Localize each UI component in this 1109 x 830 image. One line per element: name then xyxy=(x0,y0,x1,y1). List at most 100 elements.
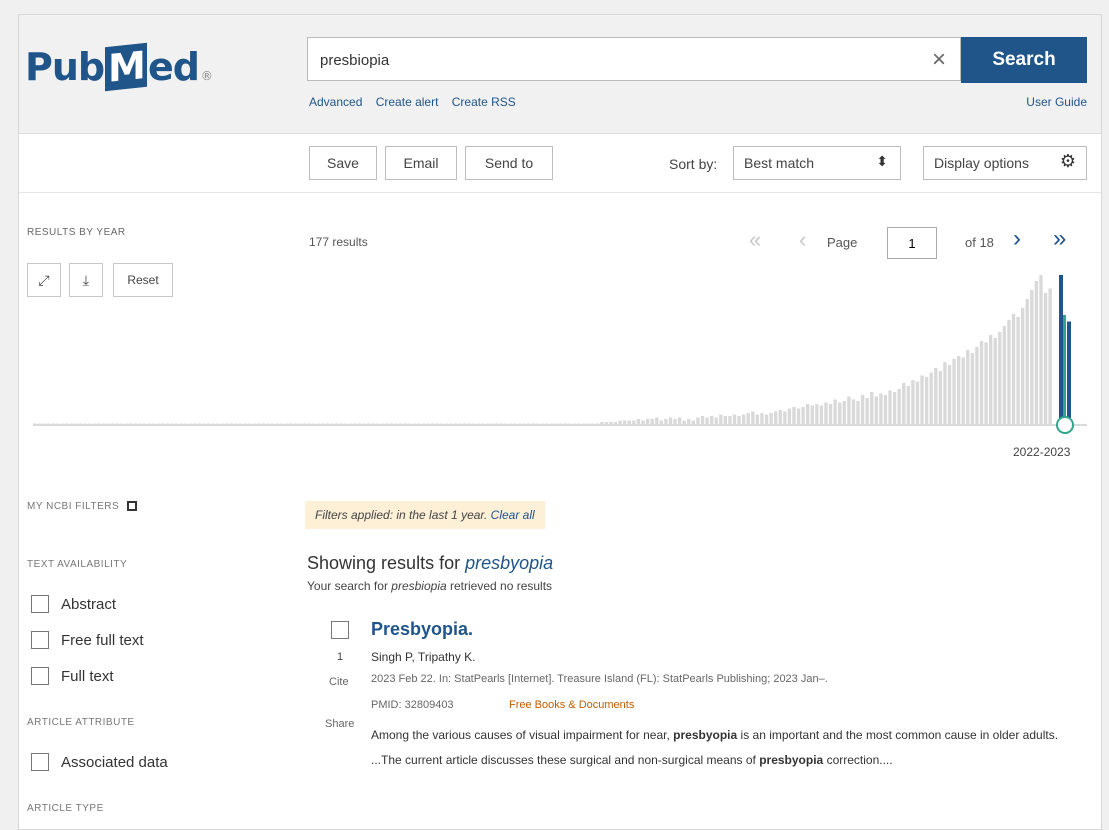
year-bar xyxy=(366,423,371,425)
year-bar xyxy=(819,405,824,425)
logo-registered-mark: ® xyxy=(200,69,213,83)
save-button[interactable]: Save xyxy=(309,146,377,180)
pubmed-window: PubMed® × Search Advanced Create alert C… xyxy=(18,14,1102,830)
year-bar xyxy=(220,423,224,425)
year-bar xyxy=(161,423,165,425)
year-bar xyxy=(536,423,540,425)
year-bar xyxy=(33,423,37,425)
text-availability-heading: TEXT AVAILABILITY xyxy=(27,559,128,570)
filter-associated-data[interactable]: Associated data xyxy=(31,753,168,771)
clear-icon[interactable]: × xyxy=(932,46,946,74)
pubmed-logo[interactable]: Pub Med ® xyxy=(25,42,213,92)
filter-free-full-text[interactable]: Free full text xyxy=(31,631,144,649)
year-bar xyxy=(554,423,558,425)
year-bar xyxy=(92,423,96,425)
filter-abstract[interactable]: Abstract xyxy=(31,595,116,613)
year-bar xyxy=(334,423,339,425)
create-alert-link[interactable]: Create alert xyxy=(376,95,439,109)
sort-select[interactable]: Best match ⬍ xyxy=(733,146,901,180)
year-bar xyxy=(142,423,147,425)
send-to-button[interactable]: Send to xyxy=(465,146,553,180)
year-bar xyxy=(156,423,160,425)
year-bar xyxy=(385,423,389,425)
first-page-icon[interactable]: « xyxy=(749,227,761,253)
showing-prefix: Showing results for xyxy=(307,553,461,573)
cite-button[interactable]: Cite xyxy=(329,676,349,688)
corrected-term-link[interactable]: presbyopia xyxy=(465,553,553,573)
display-options-button[interactable]: Display options ⚙ xyxy=(923,146,1087,180)
results-by-year-chart xyxy=(33,275,1087,434)
display-options-label: Display options xyxy=(934,155,1029,171)
year-bar xyxy=(490,423,494,425)
year-bar xyxy=(215,423,220,425)
year-bar xyxy=(408,423,412,425)
year-bar xyxy=(65,423,69,425)
year-bar xyxy=(737,416,741,425)
year-bar xyxy=(902,383,906,425)
original-term-link[interactable]: presbiopia xyxy=(391,579,446,593)
my-ncbi-filters-heading[interactable]: MY NCBI FILTERS xyxy=(27,501,138,512)
year-bar xyxy=(1011,314,1016,425)
year-bar xyxy=(467,423,471,425)
year-bar xyxy=(856,401,860,425)
year-bar xyxy=(110,423,115,425)
abstract-checkbox[interactable] xyxy=(31,595,49,613)
year-bar xyxy=(906,386,910,425)
year-bar xyxy=(677,417,682,425)
free-books-documents-badge[interactable]: Free Books & Documents xyxy=(509,699,634,711)
filters-applied-note: Filters applied: in the last 1 year. Cle… xyxy=(305,501,545,529)
year-bar xyxy=(847,396,851,425)
create-rss-link[interactable]: Create RSS xyxy=(452,95,516,109)
logo-text-pub: Pub xyxy=(25,45,105,89)
abstract-label: Abstract xyxy=(61,595,117,613)
year-bar xyxy=(714,417,718,425)
year-bar xyxy=(879,393,883,425)
year-bar xyxy=(687,419,691,425)
year-bar xyxy=(124,423,128,425)
year-bar xyxy=(956,356,961,425)
full-text-checkbox[interactable] xyxy=(31,667,49,685)
next-page-icon[interactable]: › xyxy=(1013,225,1021,253)
year-bar xyxy=(650,419,654,425)
free-full-text-checkbox[interactable] xyxy=(31,631,49,649)
year-bar xyxy=(183,423,188,425)
email-button[interactable]: Email xyxy=(385,146,457,180)
snippet-highlight-1: presbyopia xyxy=(673,728,738,742)
full-text-label: Full text xyxy=(61,667,114,685)
result-title-link[interactable]: Presbyopia. xyxy=(371,619,473,640)
page-label: Page xyxy=(827,235,858,250)
last-page-icon[interactable]: » xyxy=(1053,225,1066,253)
year-bar xyxy=(357,423,362,425)
year-bar xyxy=(449,423,453,425)
search-button[interactable]: Search xyxy=(961,37,1087,83)
year-bar xyxy=(842,401,846,425)
advanced-link[interactable]: Advanced xyxy=(309,95,362,109)
year-bar xyxy=(280,423,284,425)
year-bar xyxy=(586,423,590,425)
year-bar xyxy=(462,423,467,425)
page-number-input[interactable] xyxy=(887,227,937,259)
clear-all-link[interactable]: Clear all xyxy=(491,508,535,522)
year-bar xyxy=(623,420,627,425)
year-bar xyxy=(540,423,545,425)
year-bar xyxy=(476,423,481,425)
year-bar xyxy=(700,416,705,425)
year-bar xyxy=(55,423,60,425)
gear-icon: ⚙ xyxy=(1059,151,1076,171)
year-bar xyxy=(760,413,764,425)
result-checkbox[interactable] xyxy=(331,621,349,639)
previous-page-icon[interactable]: ‹ xyxy=(799,227,806,253)
search-input[interactable] xyxy=(318,48,882,72)
year-bar xyxy=(1043,293,1048,425)
filter-full-text[interactable]: Full text xyxy=(31,667,114,685)
share-button[interactable]: Share xyxy=(325,718,354,730)
showing-results-for: Showing results for presbyopia xyxy=(307,553,553,574)
year-range-slider-handle[interactable] xyxy=(1056,416,1074,434)
logo-m-box: M xyxy=(105,42,147,92)
year-bar xyxy=(627,420,631,425)
result-number: 1 xyxy=(337,651,344,663)
year-bar xyxy=(1048,288,1052,425)
user-guide-link[interactable]: User Guide xyxy=(1026,95,1087,109)
year-bar xyxy=(810,405,814,425)
associated-data-checkbox[interactable] xyxy=(31,753,49,771)
